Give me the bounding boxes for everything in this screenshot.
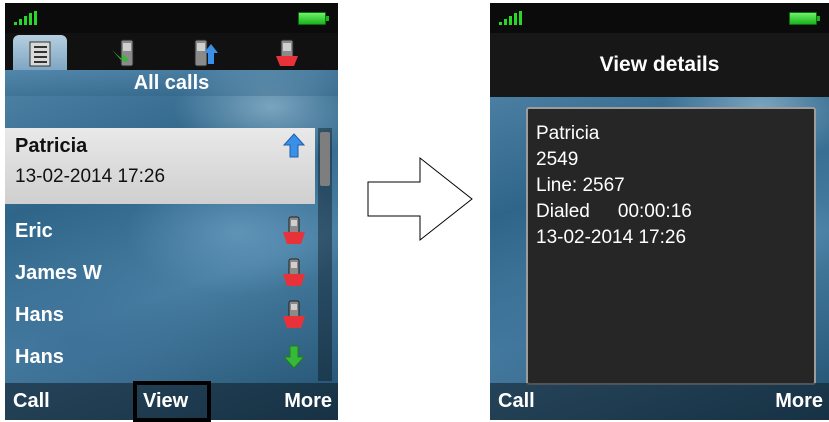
- call-row[interactable]: Eric: [5, 213, 315, 249]
- rejected-call-icon: [283, 216, 305, 244]
- scrollbar-thumb[interactable]: [320, 132, 330, 186]
- caller-name: Hans: [15, 304, 64, 326]
- detail-duration: 00:00:16: [617, 201, 692, 222]
- call-row[interactable]: James W: [5, 255, 315, 291]
- details-header: View details: [490, 33, 829, 97]
- rejected-call-icon: [276, 39, 298, 66]
- call-list-screen: All calls Patricia 13-02-2014 17:26 Eric…: [5, 3, 338, 420]
- caller-name: James W: [15, 262, 102, 284]
- detail-call-type-duration: Dialed 00:00:16: [536, 201, 692, 223]
- detail-line: Line: 2567: [536, 175, 625, 196]
- tab-missed-calls[interactable]: [97, 35, 151, 70]
- call-details-panel: Patricia 2549 Line: 2567 Dialed 00:00:16 …: [526, 107, 816, 385]
- detail-call-type: Dialed: [536, 201, 590, 222]
- call-row-selected[interactable]: Patricia 13-02-2014 17:26: [5, 128, 315, 204]
- more-softkey[interactable]: More: [775, 390, 823, 413]
- detail-name: Patricia: [536, 123, 600, 144]
- call-softkey[interactable]: Call: [498, 390, 535, 413]
- call-list-icon: [29, 41, 51, 66]
- battery-icon: [789, 12, 820, 25]
- caller-name: Hans: [15, 346, 64, 368]
- tab-all-calls[interactable]: [13, 35, 67, 70]
- signal-strength-icon: [14, 11, 38, 25]
- more-softkey[interactable]: More: [284, 390, 332, 413]
- status-bar: [490, 3, 829, 33]
- received-arrow-icon: [282, 345, 306, 369]
- call-softkey[interactable]: Call: [13, 390, 50, 413]
- call-row[interactable]: Hans: [5, 297, 315, 333]
- missed-call-icon: [112, 39, 134, 66]
- list-title: All calls: [5, 70, 338, 96]
- tab-rejected-calls[interactable]: [260, 35, 314, 70]
- caller-name: Eric: [15, 220, 53, 242]
- dialed-arrow-icon: [282, 133, 306, 158]
- scrollbar[interactable]: [318, 128, 332, 381]
- detail-number: 2549: [536, 149, 579, 170]
- softkey-bar: Call More: [490, 383, 829, 420]
- call-date: 13-02-2014 17:26: [15, 166, 166, 187]
- rejected-call-icon: [283, 300, 305, 328]
- status-bar: [5, 3, 338, 33]
- detail-datetime: 13-02-2014 17:26: [536, 227, 687, 248]
- page-title: View details: [599, 53, 720, 76]
- view-softkey-highlight: [133, 381, 211, 422]
- call-filter-tabs: [5, 33, 338, 70]
- signal-strength-icon: [499, 11, 523, 25]
- call-row[interactable]: Hans: [5, 339, 315, 375]
- tab-dialed-calls[interactable]: [177, 35, 231, 70]
- caller-name: Patricia: [15, 135, 88, 157]
- rejected-call-icon: [283, 258, 305, 286]
- battery-icon: [298, 12, 329, 25]
- call-details-screen: View details Patricia 2549 Line: 2567 Di…: [490, 3, 829, 420]
- dialed-call-icon: [194, 39, 218, 66]
- right-arrow-icon: [367, 156, 473, 242]
